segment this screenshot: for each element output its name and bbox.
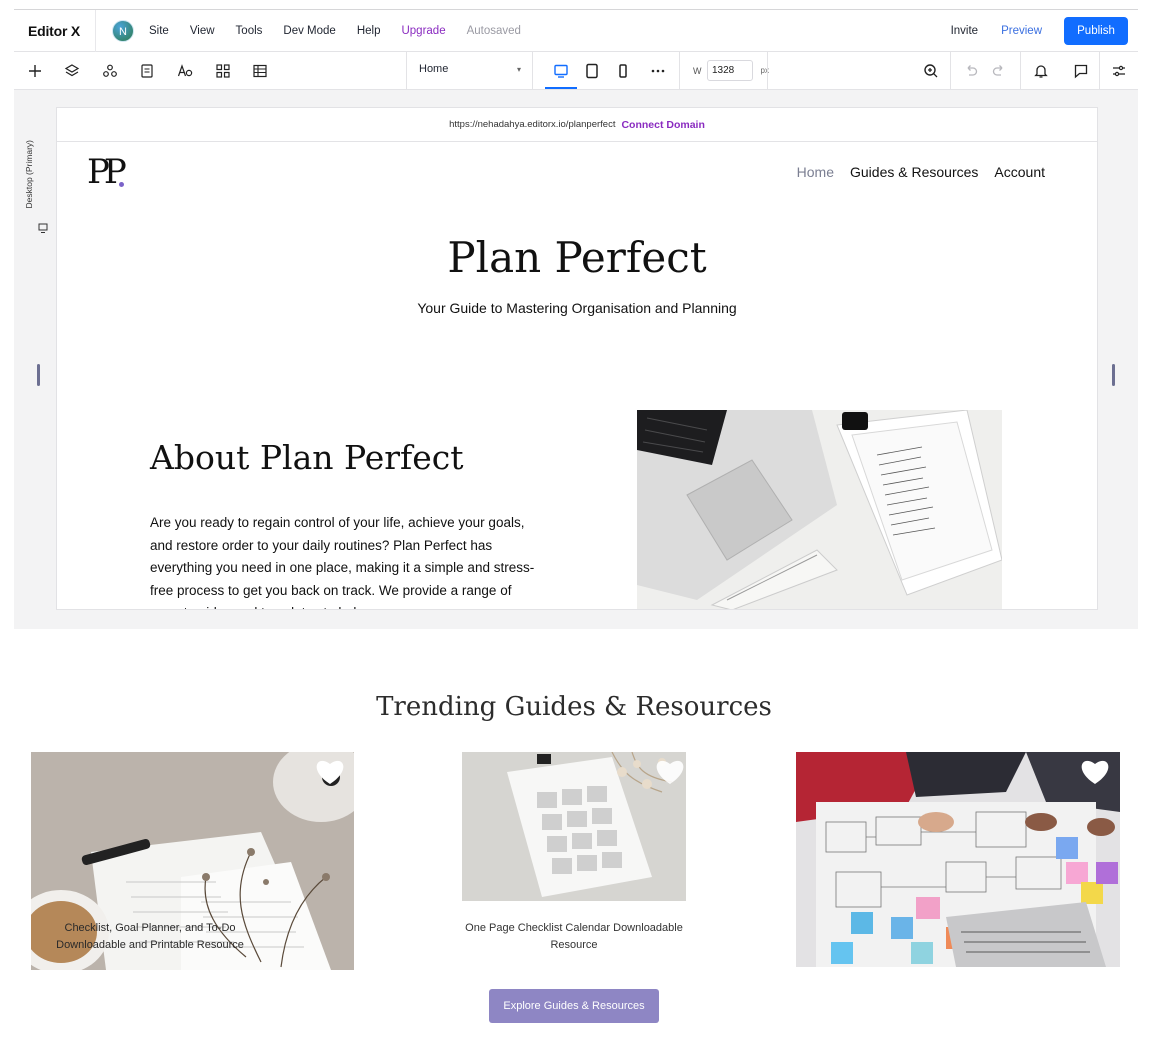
top-bar: Editor X N Site View Tools Dev Mode Help…	[14, 9, 1138, 52]
hero-title: Plan Perfect	[447, 233, 707, 282]
favorite-heart-icon[interactable]	[1079, 756, 1111, 786]
site-frame[interactable]: https://nehadahya.editorx.io/planperfect…	[57, 108, 1097, 609]
redo-icon[interactable]	[990, 62, 1008, 80]
trending-title: Trending Guides & Resources	[376, 692, 772, 722]
menu-site[interactable]: Site	[149, 25, 169, 37]
resource-card-planning-workshop[interactable]	[796, 752, 1120, 967]
toolbar: Home ▾ W 1328 px	[14, 52, 1138, 90]
chevron-down-icon: ▾	[516, 65, 521, 74]
top-actions: Invite Preview Publish	[951, 10, 1138, 52]
active-device-indicator	[545, 87, 577, 89]
design-icon[interactable]	[176, 62, 194, 80]
menu-dev-mode[interactable]: Dev Mode	[283, 25, 335, 37]
desk-photo[interactable]	[637, 410, 1002, 609]
user-avatar[interactable]: N	[112, 19, 134, 42]
toolbar-divider	[532, 52, 533, 90]
width-value: 1328	[712, 65, 735, 76]
autosaved-status: Autosaved	[466, 24, 521, 37]
page-selector[interactable]: Home ▾	[419, 63, 521, 75]
toolbar-divider	[406, 52, 407, 90]
main-menu: Site View Tools Dev Mode Help Upgrade Au…	[149, 25, 542, 37]
preview-button[interactable]: Preview	[1001, 25, 1042, 37]
editor-app: Editor X N Site View Tools Dev Mode Help…	[14, 9, 1138, 629]
add-icon[interactable]	[26, 62, 44, 80]
components-icon[interactable]	[101, 62, 119, 80]
toolbar-divider	[950, 52, 951, 90]
site-logo[interactable]: PP	[87, 152, 127, 192]
resize-handle-left[interactable]	[37, 364, 40, 386]
card-caption-checklist-calendar: One Page Checklist Calendar Downloadable…	[465, 922, 683, 951]
pages-icon[interactable]	[138, 62, 156, 80]
toolbar-divider	[767, 52, 768, 90]
page-selector-value: Home	[419, 63, 449, 75]
zoom-icon[interactable]	[922, 62, 940, 80]
resize-handle-right[interactable]	[1112, 364, 1115, 386]
editor-canvas[interactable]: Desktop (Primary) https://nehadahya.edit…	[14, 90, 1138, 629]
apps-icon[interactable]	[214, 62, 232, 80]
menu-help[interactable]: Help	[357, 25, 381, 37]
favorite-heart-icon[interactable]	[654, 756, 686, 786]
menu-view[interactable]: View	[190, 25, 215, 37]
toolbar-divider	[1020, 52, 1021, 90]
menu-tools[interactable]: Tools	[236, 25, 263, 37]
layers-icon[interactable]	[63, 62, 81, 80]
desktop-small-icon	[38, 223, 48, 233]
comments-icon[interactable]	[1072, 62, 1090, 80]
connect-domain-link[interactable]: Connect Domain	[621, 119, 704, 131]
settings-sliders-icon[interactable]	[1110, 62, 1128, 80]
nav-home[interactable]: Home	[797, 164, 834, 180]
hero-subtitle: Your Guide to Mastering Organisation and…	[417, 300, 737, 316]
toolbar-divider	[1099, 52, 1100, 90]
logo-dot	[119, 182, 124, 187]
undo-icon[interactable]	[962, 62, 980, 80]
more-icon[interactable]	[649, 62, 667, 80]
mobile-icon[interactable]	[614, 62, 632, 80]
width-input[interactable]: 1328 px	[707, 60, 769, 81]
editor-logo[interactable]: Editor X	[14, 9, 96, 52]
favorite-heart-icon[interactable]	[314, 756, 346, 786]
notifications-icon[interactable]	[1032, 62, 1050, 80]
nav-account[interactable]: Account	[994, 164, 1045, 180]
width-label: W	[693, 66, 702, 76]
cms-icon[interactable]	[251, 62, 269, 80]
site-url: https://nehadahya.editorx.io/planperfect	[449, 119, 616, 130]
resource-card-checklist-calendar[interactable]	[462, 752, 686, 901]
site-url-bar: https://nehadahya.editorx.io/planperfect…	[57, 108, 1097, 142]
about-title: About Plan Perfect	[150, 438, 464, 477]
about-body: Are you ready to regain control of your …	[150, 515, 535, 609]
explore-guides-button[interactable]: Explore Guides & Resources	[489, 989, 659, 1023]
desktop-icon[interactable]	[552, 62, 570, 80]
publish-button[interactable]: Publish	[1064, 16, 1128, 45]
nav-guides-resources[interactable]: Guides & Resources	[850, 164, 978, 180]
card-caption-goal-planner: Checklist, Goal Planner, and To-Do Downl…	[56, 922, 244, 951]
breakpoint-label-text: Desktop (Primary)	[24, 140, 34, 209]
site-nav: Home Guides & Resources Account	[781, 164, 1045, 180]
tablet-icon[interactable]	[583, 62, 601, 80]
upgrade-link[interactable]: Upgrade	[401, 25, 445, 37]
toolbar-divider	[679, 52, 680, 90]
invite-button[interactable]: Invite	[951, 25, 979, 37]
